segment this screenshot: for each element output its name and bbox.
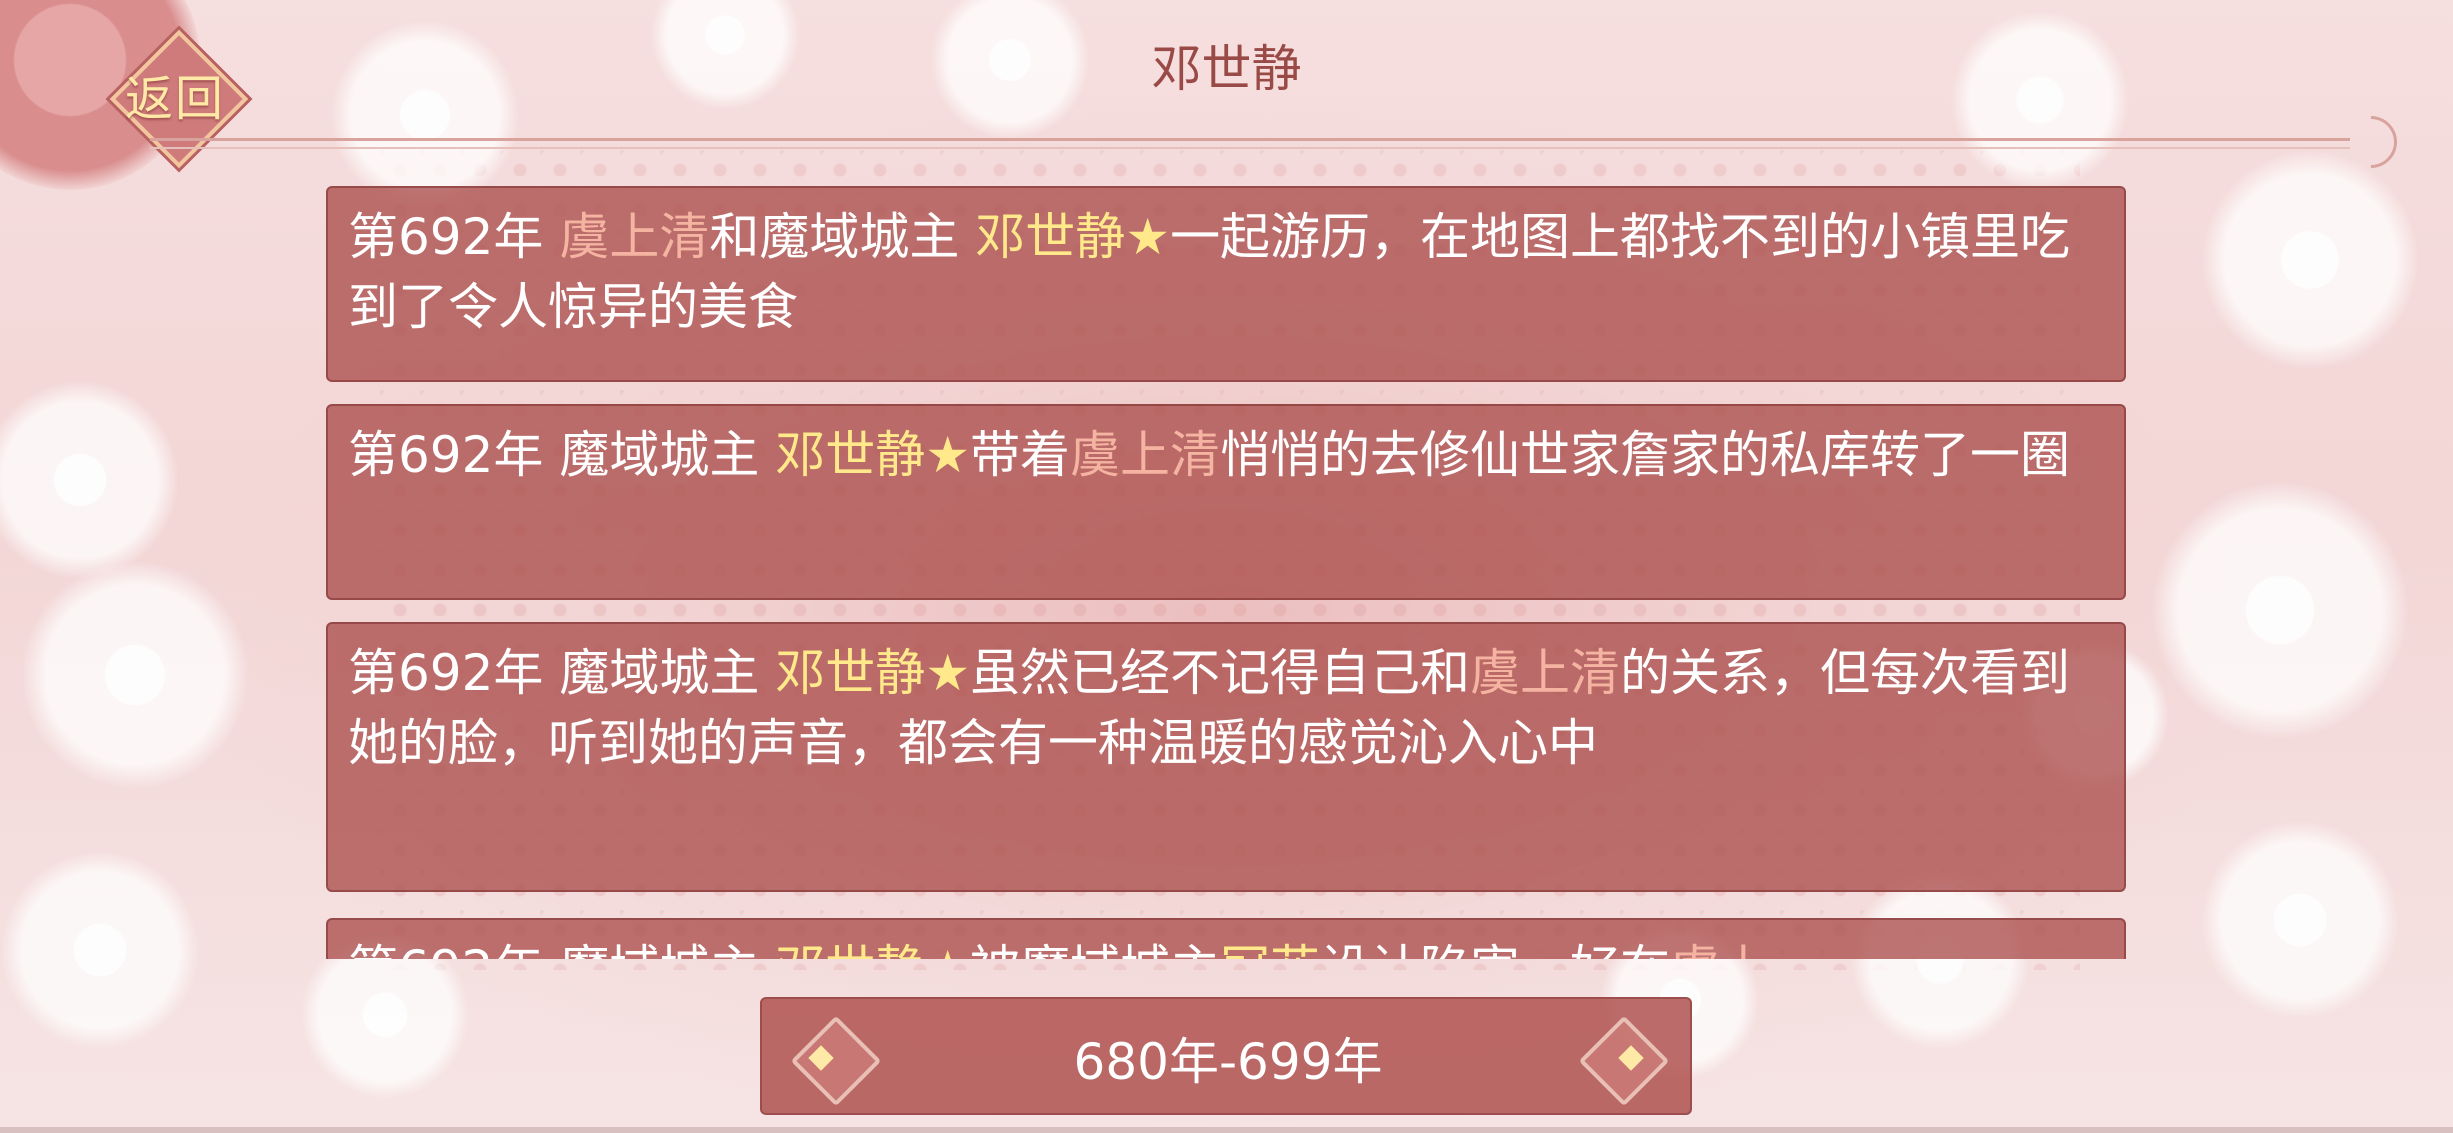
blossom-decoration — [0, 380, 180, 580]
event-text: 第692年 — [348, 208, 560, 266]
event-text: 带着 — [970, 426, 1071, 484]
character-name: 虞上清 — [1470, 644, 1621, 702]
event-card[interactable]: 第692年 魔域城主 邓世静★虽然已经不记得自己和虞上清的关系，但每次看到她的脸… — [326, 622, 2126, 892]
next-period-button[interactable] — [1570, 1007, 1670, 1107]
event-text: 和魔域城主 — [709, 208, 976, 266]
character-name: 虞上清 — [1070, 426, 1221, 484]
blossom-decoration — [2200, 820, 2400, 1020]
event-list[interactable]: 第692年 虞上清和魔域城主 邓世静★一起游历，在地图上都找不到的小镇里吃到了令… — [326, 186, 2128, 959]
event-text: 被魔域城主 — [970, 940, 1220, 959]
character-name: 邓世静★ — [975, 208, 1171, 266]
page-title: 邓世静 — [1151, 40, 1302, 98]
period-selector: 680年-699年 — [760, 997, 1692, 1115]
event-card[interactable]: 第692年 魔域城主 邓世静★被魔域城主冠花设计陷害，好在虞上 — [326, 918, 2126, 959]
event-text: 设计陷害，好在 — [1320, 940, 1670, 959]
event-text: 第692年 魔域城主 — [348, 940, 775, 959]
character-name: 虞上清 — [559, 208, 710, 266]
character-name: 冠花 — [1220, 940, 1320, 959]
blossom-decoration — [2150, 480, 2410, 740]
period-label: 680年-699年 — [1073, 1033, 1383, 1091]
title-divider-secondary — [150, 147, 2350, 149]
blossom-decoration — [0, 850, 200, 1050]
character-name: 邓世静★ — [775, 940, 970, 959]
blossom-decoration — [2200, 150, 2420, 370]
event-text: 悄悄的去修仙世家詹家的私库转了一圈 — [1220, 426, 2071, 484]
blossom-decoration — [20, 560, 250, 790]
character-name: 邓世静★ — [775, 644, 971, 702]
event-text: 第692年 魔域城主 — [348, 426, 776, 484]
character-name: 虞上 — [1670, 940, 1770, 959]
title-divider — [150, 138, 2350, 141]
event-text: 虽然已经不记得自己和 — [970, 644, 1471, 702]
character-name: 邓世静★ — [775, 426, 971, 484]
event-text: 第692年 魔域城主 — [348, 644, 776, 702]
event-card[interactable]: 第692年 魔域城主 邓世静★带着虞上清悄悄的去修仙世家詹家的私库转了一圈 — [326, 404, 2126, 600]
bottom-edge — [0, 1127, 2453, 1133]
event-card[interactable]: 第692年 虞上清和魔域城主 邓世静★一起游历，在地图上都找不到的小镇里吃到了令… — [326, 186, 2126, 382]
